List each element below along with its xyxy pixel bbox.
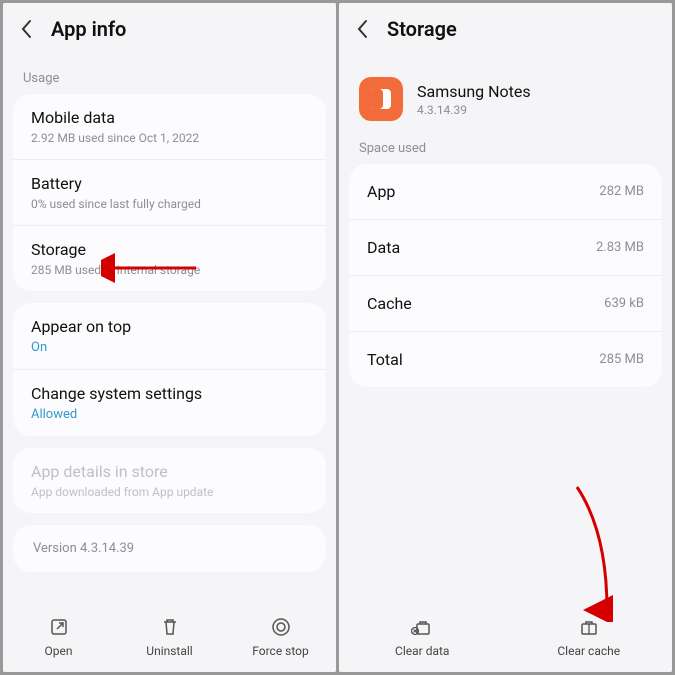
page-title: App info: [51, 17, 126, 41]
appear-on-top-row[interactable]: Appear on top On: [13, 303, 326, 369]
force-stop-label: Force stop: [252, 644, 309, 658]
change-system-settings-label: Change system settings: [31, 384, 308, 403]
annotation-arrow-icon: [567, 482, 627, 622]
app-info: Samsung Notes 4.3.14.39: [417, 82, 531, 117]
bottom-bar: Open Uninstall Force stop: [3, 604, 336, 672]
app-details-card: App details in store App downloaded from…: [13, 448, 326, 513]
clear-data-button[interactable]: Clear data: [382, 616, 462, 658]
trash-icon: [159, 616, 181, 638]
total-size-value: 285 MB: [599, 352, 644, 367]
battery-label: Battery: [31, 174, 308, 193]
storage-row[interactable]: Storage 285 MB used in Internal storage: [13, 225, 326, 291]
usage-section-label: Usage: [3, 61, 336, 94]
data-size-value: 2.83 MB: [596, 240, 644, 255]
usage-card: Mobile data 2.92 MB used since Oct 1, 20…: [13, 94, 326, 291]
clear-data-label: Clear data: [395, 644, 449, 658]
change-system-settings-value: Allowed: [31, 407, 308, 422]
appear-on-top-value: On: [31, 340, 308, 355]
header: App info: [3, 3, 336, 61]
back-icon[interactable]: [355, 22, 369, 36]
page-title: Storage: [387, 17, 457, 41]
storage-label: Storage: [31, 240, 308, 259]
app-version: 4.3.14.39: [417, 103, 531, 117]
total-size-row: Total 285 MB: [349, 331, 662, 387]
bottom-bar: Clear data Clear cache: [339, 604, 672, 672]
app-details-row: App details in store App downloaded from…: [13, 448, 326, 513]
app-info-screen: App info Usage Mobile data 2.92 MB used …: [3, 3, 336, 672]
space-used-card: App 282 MB Data 2.83 MB Cache 639 kB Tot…: [349, 164, 662, 387]
version-text: Version 4.3.14.39: [13, 525, 326, 572]
data-size-label: Data: [367, 238, 400, 257]
app-details-label: App details in store: [31, 462, 308, 481]
samsung-notes-icon: [359, 77, 403, 121]
app-size-label: App: [367, 182, 395, 201]
cache-size-value: 639 kB: [604, 296, 644, 311]
force-stop-button[interactable]: Force stop: [241, 616, 321, 658]
app-details-sub: App downloaded from App update: [31, 485, 308, 499]
uninstall-label: Uninstall: [146, 644, 192, 658]
app-name: Samsung Notes: [417, 82, 531, 101]
appear-on-top-label: Appear on top: [31, 317, 308, 336]
back-icon[interactable]: [19, 22, 33, 36]
clear-cache-icon: [578, 616, 600, 638]
app-size-row: App 282 MB: [349, 164, 662, 219]
app-size-value: 282 MB: [599, 184, 644, 199]
storage-sub: 285 MB used in Internal storage: [31, 263, 308, 277]
cache-size-row: Cache 639 kB: [349, 275, 662, 331]
storage-screen: Storage Samsung Notes 4.3.14.39 Space us…: [339, 3, 672, 672]
mobile-data-row[interactable]: Mobile data 2.92 MB used since Oct 1, 20…: [13, 94, 326, 159]
version-card: Version 4.3.14.39: [13, 525, 326, 572]
open-button[interactable]: Open: [19, 616, 99, 658]
clear-cache-label: Clear cache: [557, 644, 620, 658]
total-size-label: Total: [367, 350, 403, 369]
open-label: Open: [45, 644, 73, 658]
clear-data-icon: [411, 616, 433, 638]
mobile-data-sub: 2.92 MB used since Oct 1, 2022: [31, 131, 308, 145]
uninstall-button[interactable]: Uninstall: [130, 616, 210, 658]
mobile-data-label: Mobile data: [31, 108, 308, 127]
space-used-label: Space used: [339, 131, 672, 164]
header: Storage: [339, 3, 672, 61]
stop-icon: [270, 616, 292, 638]
cache-size-label: Cache: [367, 294, 412, 313]
data-size-row: Data 2.83 MB: [349, 219, 662, 275]
permissions-card: Appear on top On Change system settings …: [13, 303, 326, 436]
clear-cache-button[interactable]: Clear cache: [549, 616, 629, 658]
battery-sub: 0% used since last fully charged: [31, 197, 308, 211]
open-icon: [48, 616, 70, 638]
app-header: Samsung Notes 4.3.14.39: [339, 61, 672, 131]
battery-row[interactable]: Battery 0% used since last fully charged: [13, 159, 326, 225]
change-system-settings-row[interactable]: Change system settings Allowed: [13, 369, 326, 436]
